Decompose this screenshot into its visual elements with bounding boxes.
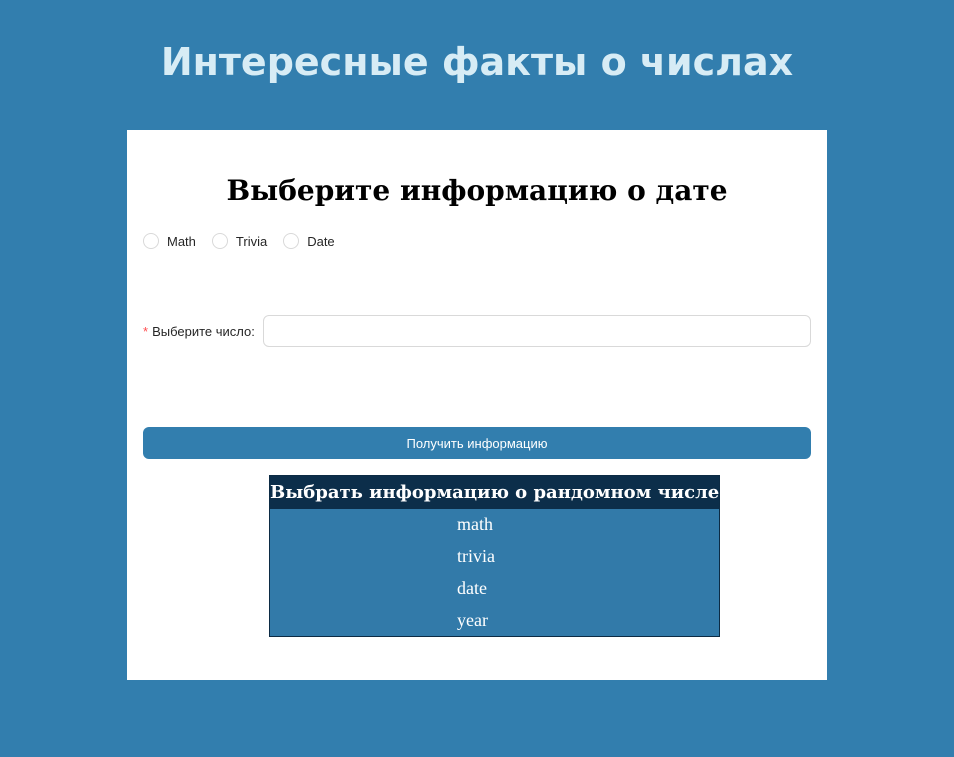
number-form-row: * Выберите число: <box>143 315 811 347</box>
number-input[interactable] <box>262 315 811 347</box>
radio-option-trivia[interactable]: Trivia <box>211 233 268 249</box>
random-table-header: Выбрать информацию о рандомном числе <box>269 475 720 509</box>
radio-math[interactable] <box>143 233 159 249</box>
page-title: Интересные факты о числах <box>160 40 794 84</box>
table-row[interactable]: year <box>269 604 720 637</box>
table-row[interactable]: trivia <box>269 540 720 573</box>
radio-label-math: Math <box>167 233 196 249</box>
radio-date[interactable] <box>283 233 300 249</box>
number-field-label-text: Выберите число <box>152 323 252 339</box>
random-option-year[interactable]: year <box>269 604 720 637</box>
required-mark: * <box>143 323 149 339</box>
table-row[interactable]: math <box>269 508 720 541</box>
radio-label-trivia: Trivia <box>235 233 268 249</box>
random-option-trivia[interactable]: trivia <box>269 540 720 573</box>
radio-trivia[interactable] <box>211 233 228 249</box>
radio-option-math[interactable]: Math <box>143 233 196 249</box>
random-option-math[interactable]: math <box>269 508 720 541</box>
table-row[interactable]: date <box>269 572 720 605</box>
main-card: Выберите информацию о дате Math Trivia D… <box>127 130 827 680</box>
random-number-table: Выбрать информацию о рандомном числе mat… <box>269 475 721 637</box>
radio-option-date[interactable]: Date <box>283 233 335 249</box>
date-info-heading: Выберите информацию о дате <box>226 174 728 207</box>
random-option-date[interactable]: date <box>269 572 720 605</box>
radio-label-date: Date <box>307 233 335 249</box>
info-type-radio-group: Math Trivia Date <box>143 233 351 249</box>
get-info-button[interactable]: Получить информацию <box>143 427 811 459</box>
number-field-label-colon: : <box>251 323 255 339</box>
number-field-label: * Выберите число: <box>143 324 255 339</box>
